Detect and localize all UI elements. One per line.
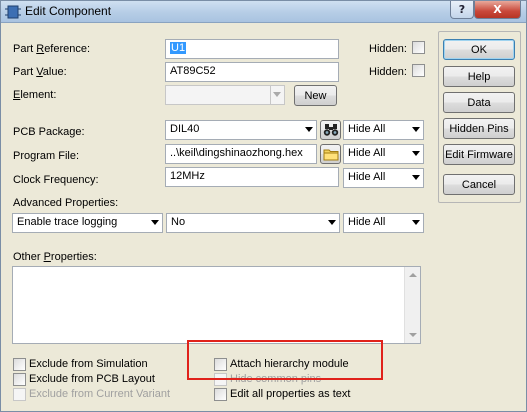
chevron-down-icon — [328, 220, 336, 225]
exclude-variant-label: Exclude from Current Variant — [29, 388, 171, 400]
help-button[interactable]: Help — [443, 66, 515, 87]
program-file-visibility-select[interactable]: Hide All — [343, 144, 424, 164]
hidden-value-checkbox[interactable] — [412, 64, 425, 77]
close-button[interactable]: X — [474, 1, 521, 19]
other-properties-scrollbar[interactable] — [404, 267, 420, 343]
pcb-package-select[interactable]: DIL40 — [165, 120, 317, 140]
other-properties-textarea[interactable] — [12, 266, 421, 344]
chevron-down-icon — [151, 220, 159, 225]
help-glyph: ? — [458, 3, 466, 16]
advanced-visibility-select[interactable]: Hide All — [343, 213, 424, 233]
package-browse-button[interactable] — [320, 120, 341, 140]
exclude-pcb-checkbox[interactable] — [13, 373, 26, 386]
folder-icon — [323, 149, 338, 160]
close-glyph: X — [493, 3, 502, 16]
element-select[interactable] — [165, 85, 285, 105]
highlight-annotation — [187, 340, 383, 380]
advanced-property-select[interactable]: Enable trace logging — [12, 213, 163, 233]
new-button[interactable]: New — [294, 85, 337, 106]
exclude-pcb-label: Exclude from PCB Layout — [29, 373, 155, 385]
program-file-input[interactable]: ..\keil\dingshinaozhong.hex — [165, 144, 317, 164]
other-properties-label: Other Properties: — [13, 251, 97, 263]
binoculars-icon — [323, 124, 338, 136]
component-icon — [5, 5, 21, 19]
exclude-simulation-label: Exclude from Simulation — [29, 358, 148, 370]
exclude-variant-checkbox — [13, 388, 26, 401]
hidden-pins-button[interactable]: Hidden Pins — [443, 118, 515, 139]
chevron-down-icon — [412, 175, 420, 180]
clock-frequency-label: Clock Frequency: — [13, 174, 99, 186]
part-value-value: AT89C52 — [170, 65, 216, 77]
file-browse-button[interactable] — [320, 144, 341, 164]
pcb-package-label: PCB Package: — [13, 126, 85, 138]
chevron-down-icon — [305, 127, 313, 132]
advanced-properties-label: Advanced Properties: — [13, 197, 119, 209]
edit-firmware-button[interactable]: Edit Firmware — [443, 144, 515, 165]
clock-frequency-input[interactable]: 12MHz — [165, 167, 339, 187]
scroll-up-icon[interactable] — [409, 273, 417, 277]
chevron-down-icon — [412, 220, 420, 225]
chevron-down-icon — [412, 127, 420, 132]
advanced-value-select[interactable]: No — [166, 213, 340, 233]
exclude-simulation-checkbox[interactable] — [13, 358, 26, 371]
scroll-down-icon[interactable] — [409, 333, 417, 337]
part-reference-label: Part Reference: — [13, 43, 91, 55]
program-file-label: Program File: — [13, 150, 80, 162]
element-label: Element: — [13, 89, 57, 101]
pcb-package-visibility-select[interactable]: Hide All — [343, 120, 424, 140]
hidden-label-reference: Hidden: — [369, 43, 407, 55]
clock-frequency-value: 12MHz — [170, 170, 205, 182]
chevron-down-icon — [412, 151, 420, 156]
help-title-button[interactable]: ? — [450, 1, 474, 19]
part-reference-input[interactable]: U1 — [165, 39, 339, 59]
data-button[interactable]: Data — [443, 92, 515, 113]
edit-all-props-label: Edit all properties as text — [230, 388, 351, 400]
program-file-value: ..\keil\dingshinaozhong.hex — [170, 147, 303, 159]
chevron-down-icon — [273, 92, 281, 97]
part-value-label: Part Value: — [13, 66, 67, 78]
part-value-input[interactable]: AT89C52 — [165, 62, 339, 82]
title-bar: Edit Component ? X — [1, 1, 526, 23]
hidden-reference-checkbox[interactable] — [412, 41, 425, 54]
window-title: Edit Component — [25, 4, 112, 18]
clock-frequency-visibility-select[interactable]: Hide All — [343, 168, 424, 188]
hidden-label-value: Hidden: — [369, 66, 407, 78]
ok-button[interactable]: OK — [443, 39, 515, 60]
edit-component-dialog: Edit Component ? X Part Reference: U1 Hi… — [0, 0, 527, 412]
edit-all-props-checkbox[interactable] — [214, 388, 227, 401]
part-reference-value: U1 — [170, 42, 187, 54]
cancel-button[interactable]: Cancel — [443, 174, 515, 195]
pcb-package-value: DIL40 — [170, 123, 200, 135]
